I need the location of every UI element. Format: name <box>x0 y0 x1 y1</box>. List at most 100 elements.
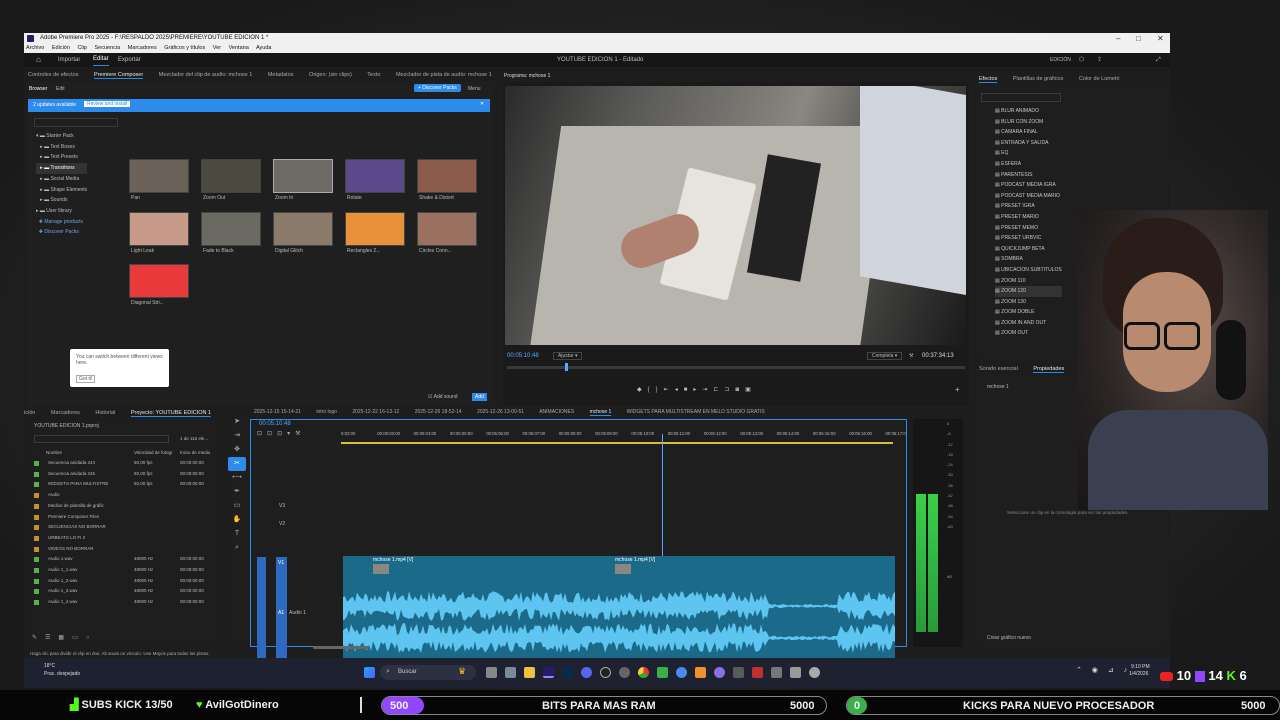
composer-item-thumb[interactable] <box>273 212 333 246</box>
tray-icons[interactable]: ⌃ ◉ ⊿ ♪ <box>1076 666 1131 674</box>
col-name[interactable]: Nombre <box>46 450 62 455</box>
project-row-name[interactable]: Audio 1_1.wav <box>48 567 78 572</box>
seq-tab-0[interactable]: 2025-12-15 15-14-21 <box>254 409 301 415</box>
mark-in-icon[interactable]: { <box>648 387 656 393</box>
hand-tool-icon[interactable]: ✋ <box>228 513 246 527</box>
composer-item-thumb[interactable] <box>417 159 477 193</box>
obs-taskbar-icon[interactable] <box>600 667 611 678</box>
effect-preset-item[interactable]: ▤ PRESET URBVIC <box>995 233 1062 244</box>
go-to-in-icon[interactable]: ⇤ <box>664 387 675 393</box>
effect-preset-item[interactable]: ▤ PARENTESIS <box>995 170 1062 181</box>
add-marker-icon[interactable]: ▾ <box>287 431 295 437</box>
seq-tab-2[interactable]: 2025-12-22 16-13-12 <box>352 409 399 415</box>
project-row-name[interactable]: WIDGETS PARA MULTISTRE <box>48 481 108 486</box>
project-row-name[interactable]: Audio 1_2.wav <box>48 578 78 583</box>
step-forward-icon[interactable]: ▸ <box>693 387 702 393</box>
effect-preset-item[interactable]: ▤ PRESET MARIO <box>995 212 1062 223</box>
extract-icon[interactable]: ⊐ <box>724 387 735 393</box>
weather-temp[interactable]: 18°C <box>44 663 55 669</box>
project-search[interactable] <box>34 435 169 443</box>
composer-search[interactable] <box>34 118 118 127</box>
effect-preset-item[interactable]: ▤ ENTRADA Y SALIDA <box>995 138 1062 149</box>
effect-preset-item[interactable]: ▤ ZOOM 120 <box>995 286 1062 297</box>
tab-premiere-composer[interactable]: Premiere Composer <box>93 72 144 79</box>
composer-item-thumb[interactable] <box>417 212 477 246</box>
discord-taskbar-icon[interactable] <box>581 667 592 678</box>
project-row-name[interactable]: Audio <box>48 492 60 497</box>
project-row-name[interactable]: Audio 1.wav <box>48 556 73 561</box>
menu-ver[interactable]: Ver <box>213 45 221 51</box>
composer-item-thumb[interactable] <box>201 212 261 246</box>
app-taskbar-icon-8[interactable] <box>790 667 801 678</box>
label-color-swatch[interactable] <box>34 578 39 584</box>
app-taskbar-icon-2[interactable] <box>676 667 687 678</box>
col-start[interactable]: Inicio de medio <box>180 450 210 455</box>
tab-metadata[interactable]: Metadatos <box>268 72 294 78</box>
share-icon[interactable]: ⬡ <box>1079 53 1084 67</box>
camera-icon[interactable]: ◙ <box>735 387 745 393</box>
app-taskbar-icon-7[interactable] <box>771 667 782 678</box>
icon-view-icon[interactable]: ▦ <box>58 635 72 641</box>
project-row-name[interactable]: URBEATS LO FI 2 <box>48 535 85 540</box>
composer-item-thumb[interactable] <box>345 159 405 193</box>
properties-item[interactable]: mchose 1 <box>987 384 1009 390</box>
zoom-tool-icon[interactable]: ⌕ <box>228 541 246 555</box>
clock-date[interactable]: 1/4/2026 <box>1129 671 1148 677</box>
taskbar-search[interactable]: ⌕ Buscar ♛ <box>380 665 476 680</box>
settings-taskbar-icon[interactable] <box>619 667 630 678</box>
project-row-name[interactable]: Premiere Composer Files <box>48 514 99 519</box>
list-view-icon[interactable]: ☰ <box>45 635 58 641</box>
v1-target[interactable] <box>257 557 266 658</box>
timeline-timecode[interactable]: 00:05:10:48 <box>259 421 291 427</box>
menu-graficos[interactable]: Gráficos y títulos <box>164 45 205 51</box>
app-taskbar-icon-4[interactable] <box>714 667 725 678</box>
track-v2[interactable]: V2 <box>279 521 285 527</box>
tree-manage-products[interactable]: ✚ Manage products <box>36 217 87 228</box>
review-install-button[interactable]: Review and install <box>84 101 131 107</box>
step-back-icon[interactable]: ◂ <box>675 387 684 393</box>
tab-effects[interactable]: Efectos <box>979 76 998 83</box>
go-to-out-icon[interactable]: ⇥ <box>702 387 713 393</box>
label-color-swatch[interactable] <box>34 514 39 520</box>
link-icon[interactable]: ⊡ <box>267 431 277 437</box>
project-row-name[interactable]: Audio 1_3.wav <box>48 588 78 593</box>
work-area-bar[interactable] <box>341 442 893 444</box>
composer-item-thumb[interactable] <box>129 264 189 298</box>
tab-history[interactable]: Historial <box>95 410 115 416</box>
label-color-swatch[interactable] <box>34 503 39 509</box>
project-row-name[interactable]: SECUENCIAS NO BORRAR <box>48 524 106 529</box>
export-icon[interactable]: ⇪ <box>1097 53 1102 67</box>
widgets-icon[interactable] <box>505 667 516 678</box>
seq-tab-7[interactable]: WIDGETS PARA MULTISTREAM EN MELD STUDIO … <box>627 409 765 415</box>
menu-clip[interactable]: Clip <box>77 45 86 51</box>
tree-sounds[interactable]: ▸ ▬ Sounds <box>36 195 87 206</box>
menu-archivo[interactable]: Archivo <box>26 45 44 51</box>
timeline-hscroll[interactable] <box>313 646 369 649</box>
effect-preset-item[interactable]: ▤ ZOOM IN AND OUT <box>995 318 1062 329</box>
tree-text-boxes[interactable]: ▸ ▬ Text Boxes <box>36 142 87 153</box>
close-icon[interactable]: ✕ <box>1157 33 1164 44</box>
tab-effect-controls[interactable]: Controles de efectos <box>28 72 78 78</box>
marker-icon[interactable]: ◆ <box>637 387 648 393</box>
effect-preset-item[interactable]: ▤ ESFERA <box>995 159 1062 170</box>
task-view-icon[interactable] <box>486 667 497 678</box>
effects-search[interactable] <box>981 93 1061 102</box>
tab-essential-sound[interactable]: Sonido esencial <box>979 366 1018 372</box>
label-color-swatch[interactable] <box>34 589 39 595</box>
tree-shape-elements[interactable]: ▸ ▬ Shape Elements <box>36 185 87 196</box>
program-timecode[interactable]: 00:05:10:48 <box>507 353 539 359</box>
effect-preset-item[interactable]: ▤ PRESET IGRA <box>995 201 1062 212</box>
zoom-slider-icon[interactable]: ○ <box>86 635 98 641</box>
app-taskbar-icon-6[interactable] <box>752 667 763 678</box>
menu-secuencia[interactable]: Secuencia <box>94 45 120 51</box>
track-select-icon[interactable]: ⇥ <box>228 429 246 443</box>
pencil-icon[interactable]: ✎ <box>32 635 45 641</box>
tab-track-mixer[interactable]: Mezclador de pista de audio: mchose 1 <box>396 72 492 78</box>
windows-start-icon[interactable] <box>364 667 375 678</box>
label-color-swatch[interactable] <box>34 600 39 606</box>
compare-icon[interactable]: ▣ <box>745 387 757 393</box>
label-color-swatch[interactable] <box>34 461 39 466</box>
effect-preset-item[interactable]: ▤ SOMBRA <box>995 254 1062 265</box>
track-a1[interactable]: A1 <box>278 610 284 616</box>
tab-graphic-templates[interactable]: Plantillas de gráficos <box>1013 76 1063 82</box>
